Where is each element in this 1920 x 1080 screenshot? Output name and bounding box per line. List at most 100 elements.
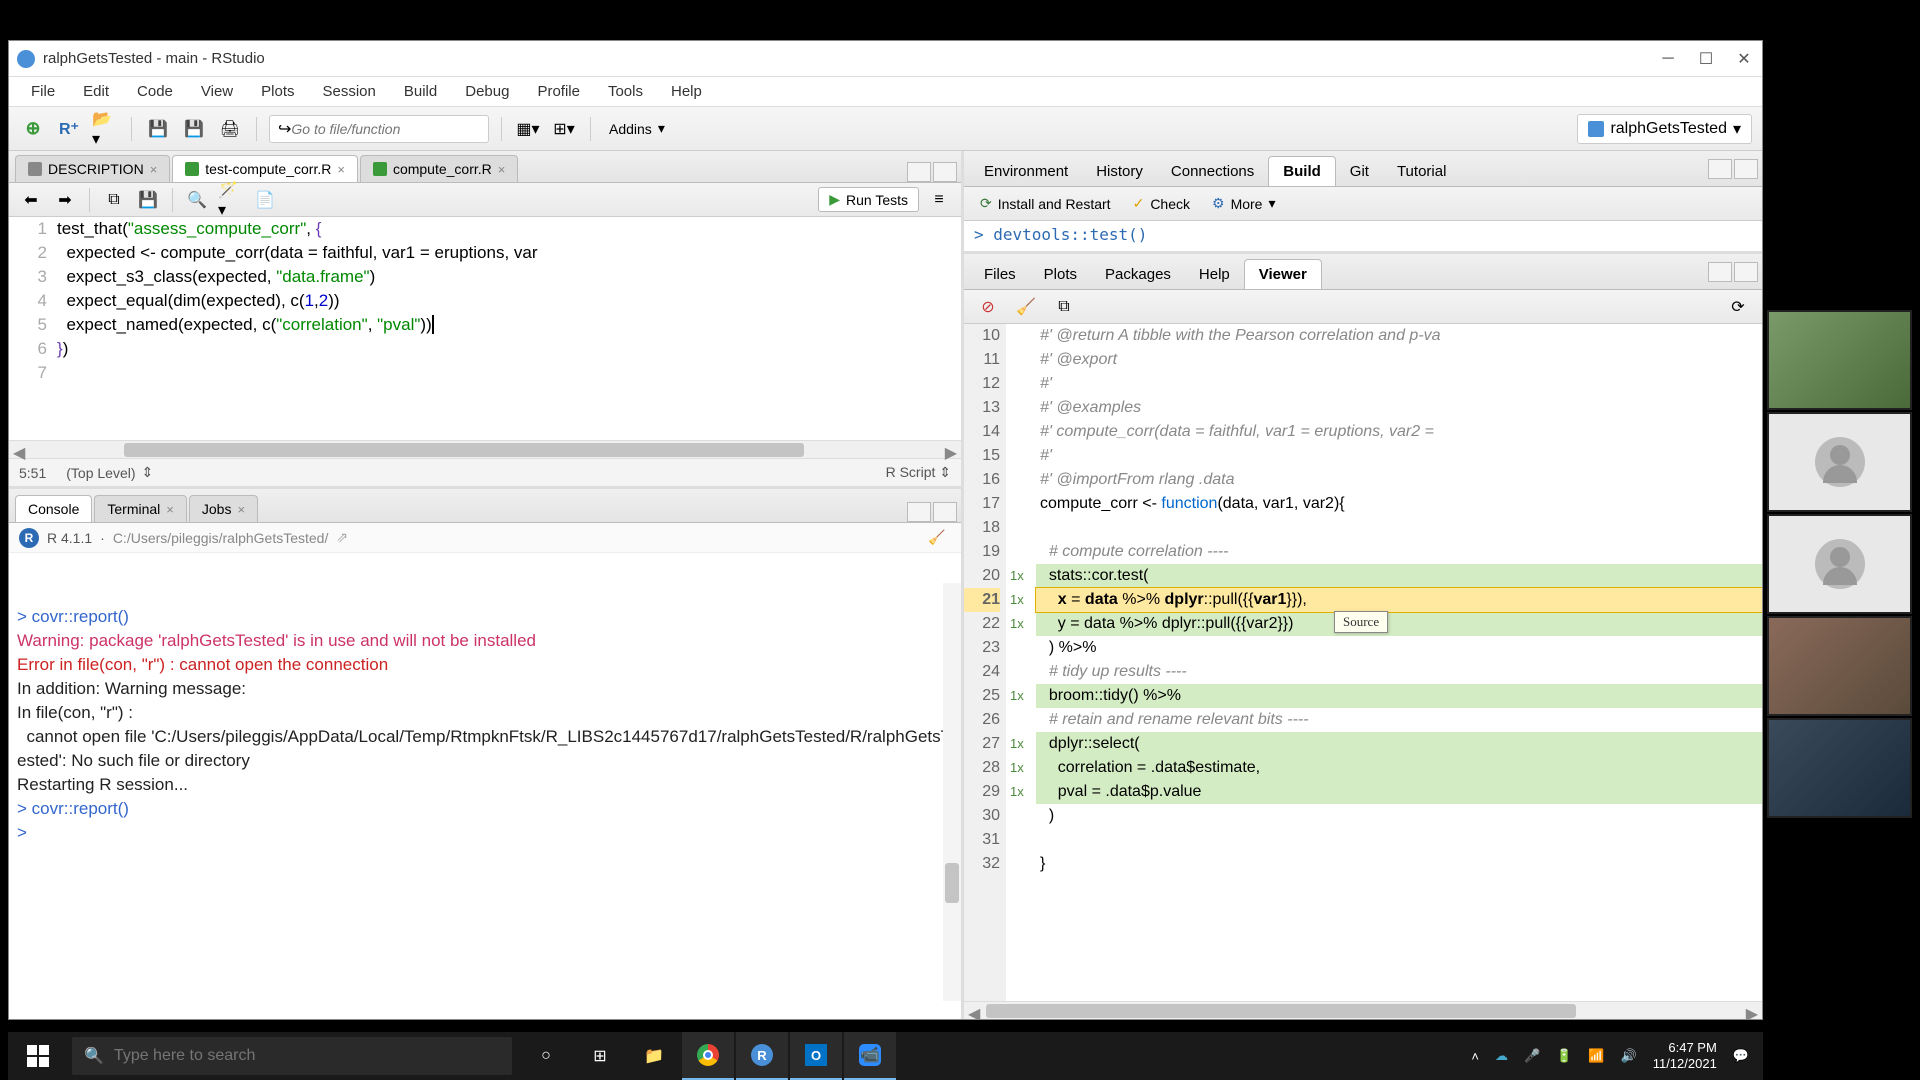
save-all-button[interactable]: 💾 (180, 115, 208, 143)
print-button[interactable]: 🖨 (216, 115, 244, 143)
working-directory[interactable]: C:/Users/pileggis/ralphGetsTested/ (113, 530, 329, 546)
install-restart-button[interactable]: ⟳Install and Restart (974, 192, 1117, 215)
tab-compute_corr-r[interactable]: compute_corr.R× (360, 155, 518, 182)
tab-close-icon[interactable]: × (150, 162, 158, 177)
outlook-icon[interactable]: O (790, 1032, 842, 1080)
console-tab-terminal[interactable]: Terminal× (94, 495, 187, 522)
pane-minimize[interactable] (907, 162, 931, 182)
wifi-icon[interactable]: 📶 (1588, 1048, 1604, 1064)
rstudio-taskbar-icon[interactable]: R (736, 1032, 788, 1080)
menu-view[interactable]: View (189, 79, 245, 104)
grid-button[interactable]: ▦▾ (514, 115, 542, 143)
run-tests-button[interactable]: ▶Run Tests (818, 187, 919, 212)
project-selector[interactable]: ralphGetsTested ▾ (1577, 114, 1752, 144)
cortana-icon[interactable]: ○ (520, 1032, 572, 1080)
forward-button[interactable]: ➡ (51, 186, 79, 214)
tab-close-icon[interactable]: × (337, 162, 345, 177)
env-tab-build[interactable]: Build (1268, 156, 1336, 186)
env-tab-environment[interactable]: Environment (970, 157, 1082, 186)
viewer-remove[interactable]: ⊘ (974, 293, 1002, 321)
file-explorer-icon[interactable]: 📁 (628, 1032, 680, 1080)
back-button[interactable]: ⬅ (17, 186, 45, 214)
env-tab-connections[interactable]: Connections (1157, 157, 1268, 186)
menu-build[interactable]: Build (392, 79, 449, 104)
participant-video-4[interactable] (1767, 616, 1912, 716)
panes-button[interactable]: ⊞▾ (550, 115, 578, 143)
console-vscroll[interactable] (943, 583, 961, 1001)
zoom-icon[interactable]: 📹 (844, 1032, 896, 1080)
show-in-new-window[interactable]: ⧉ (100, 186, 128, 214)
viewer-hscroll[interactable]: ◀ ▶ (964, 1001, 1762, 1019)
participant-video-1[interactable] (1767, 310, 1912, 410)
menu-file[interactable]: File (19, 79, 67, 104)
taskbar-search[interactable]: 🔍 (72, 1037, 512, 1075)
outline-toggle[interactable]: ≡ (925, 186, 953, 214)
maximize-button[interactable]: ☐ (1696, 49, 1716, 69)
viewer-tab-plots[interactable]: Plots (1030, 260, 1091, 289)
viewer-clear[interactable]: 🧹 (1012, 293, 1040, 321)
env-tab-history[interactable]: History (1082, 157, 1157, 186)
coverage-viewer[interactable]: 1011121314151617181920212223242526272829… (964, 324, 1762, 1001)
battery-icon[interactable]: 🔋 (1556, 1048, 1572, 1064)
pane-minimize[interactable] (1708, 159, 1732, 179)
menu-debug[interactable]: Debug (453, 79, 521, 104)
menu-tools[interactable]: Tools (596, 79, 655, 104)
console-tab-console[interactable]: Console (15, 495, 92, 522)
participant-placeholder-3[interactable] (1767, 514, 1912, 614)
save-source[interactable]: 💾 (134, 186, 162, 214)
menu-session[interactable]: Session (311, 79, 388, 104)
microphone-icon[interactable]: 🎤 (1524, 1048, 1540, 1064)
titlebar[interactable]: ralphGetsTested - main - RStudio ─ ☐ ✕ (9, 41, 1762, 77)
wd-arrow-icon[interactable]: ⇗ (336, 529, 348, 546)
volume-icon[interactable]: 🔊 (1621, 1048, 1637, 1064)
tab-test-compute_corr-r[interactable]: test-compute_corr.R× (172, 155, 358, 182)
goto-file-function[interactable]: ↪ (269, 115, 489, 143)
viewer-popout[interactable]: ⧉ (1050, 293, 1078, 321)
pane-maximize[interactable] (1734, 159, 1758, 179)
viewer-tab-files[interactable]: Files (970, 260, 1030, 289)
pane-maximize[interactable] (933, 162, 957, 182)
pane-maximize[interactable] (933, 502, 957, 522)
compile-report[interactable]: 📄 (251, 186, 279, 214)
notifications-icon[interactable]: 💬 (1733, 1048, 1749, 1064)
chrome-icon[interactable] (682, 1032, 734, 1080)
tray-overflow-icon[interactable]: ˄ (1471, 1049, 1479, 1064)
pane-minimize[interactable] (1708, 262, 1732, 282)
participant-video-5[interactable] (1767, 718, 1912, 818)
goto-input[interactable] (291, 121, 480, 137)
code-tools[interactable]: 🪄▾ (217, 186, 245, 214)
source-hscroll[interactable]: ◀ ▶ (9, 440, 961, 458)
new-project-button[interactable]: R⁺ (55, 115, 83, 143)
more-menu[interactable]: ⚙More ▾ (1206, 192, 1282, 215)
start-button[interactable] (8, 1032, 68, 1080)
menu-edit[interactable]: Edit (71, 79, 121, 104)
pane-maximize[interactable] (1734, 262, 1758, 282)
console-tab-jobs[interactable]: Jobs× (189, 495, 258, 522)
env-tab-tutorial[interactable]: Tutorial (1383, 157, 1460, 186)
viewer-tab-help[interactable]: Help (1185, 260, 1244, 289)
clock[interactable]: 6:47 PM 11/12/2021 (1653, 1040, 1717, 1071)
participant-placeholder-2[interactable] (1767, 412, 1912, 512)
open-file-button[interactable]: 📂▾ (91, 115, 119, 143)
menu-plots[interactable]: Plots (249, 79, 306, 104)
search-input[interactable] (114, 1047, 500, 1065)
env-tab-git[interactable]: Git (1336, 157, 1383, 186)
file-type[interactable]: R Script ⇕ (886, 464, 951, 481)
source-editor[interactable]: 1234567 test_that("assess_compute_corr",… (9, 217, 961, 440)
viewer-refresh[interactable]: ⟳ (1724, 293, 1752, 321)
tab-description[interactable]: DESCRIPTION× (15, 155, 170, 182)
menu-profile[interactable]: Profile (525, 79, 592, 104)
addins-menu[interactable]: Addins ▾ (603, 117, 671, 140)
console-output[interactable]: > covr::report()Warning: package 'ralphG… (9, 553, 961, 1019)
save-button[interactable]: 💾 (144, 115, 172, 143)
task-view-icon[interactable]: ⊞ (574, 1032, 626, 1080)
minimize-button[interactable]: ─ (1658, 49, 1678, 69)
tab-close-icon[interactable]: × (498, 162, 506, 177)
pane-minimize[interactable] (907, 502, 931, 522)
menu-code[interactable]: Code (125, 79, 185, 104)
find-replace[interactable]: 🔍 (183, 186, 211, 214)
viewer-tab-packages[interactable]: Packages (1091, 260, 1185, 289)
check-button[interactable]: ✓Check (1127, 192, 1196, 215)
menu-help[interactable]: Help (659, 79, 714, 104)
scope-selector[interactable]: (Top Level) ⇕ (66, 464, 153, 481)
